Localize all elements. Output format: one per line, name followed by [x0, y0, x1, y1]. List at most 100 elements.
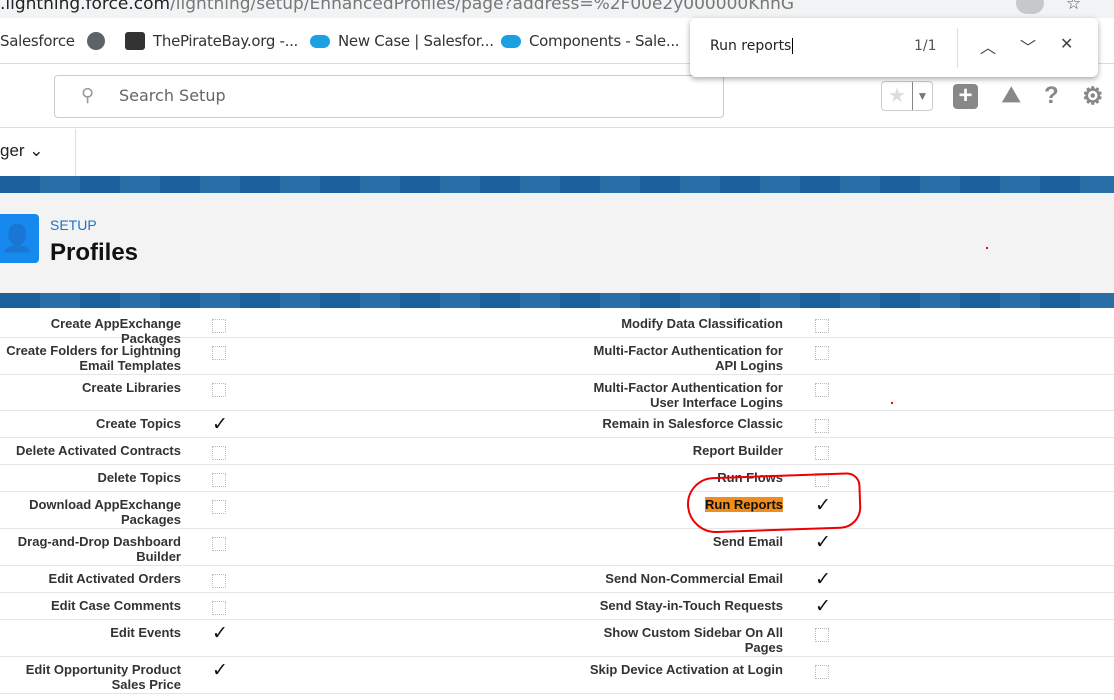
- permission-checkbox[interactable]: [212, 473, 226, 487]
- search-lens-icon[interactable]: [1016, 0, 1044, 14]
- permission-checkbox[interactable]: [212, 319, 226, 333]
- table-row: Delete Topics Run Flows: [0, 465, 1114, 492]
- table-row: Create Folders for Lightning Email Templ…: [0, 338, 1114, 375]
- header-band: [0, 176, 1114, 193]
- search-input[interactable]: [119, 86, 619, 105]
- checkmark-icon[interactable]: ✓: [815, 595, 831, 618]
- permission-label-text: Create Folders for Lightning Email Templ…: [6, 343, 181, 373]
- address-bar[interactable]: .lightning.force.com/lightning/setup/Enh…: [0, 0, 1114, 18]
- permission-label-text: Drag-and-Drop Dashboard Builder: [17, 534, 181, 564]
- permission-label: Delete Topics: [97, 470, 181, 485]
- permission-label-text: Delete Activated Contracts: [16, 443, 181, 458]
- permission-checkbox[interactable]: [815, 665, 829, 679]
- bookmark-label: New Case | Salesfor...: [338, 32, 494, 50]
- search-setup[interactable]: ⚲: [54, 75, 724, 118]
- checkmark-icon[interactable]: ✓: [212, 659, 228, 682]
- breadcrumb[interactable]: SETUP: [50, 217, 97, 233]
- permission-checkbox[interactable]: [815, 383, 829, 397]
- permission-checkbox[interactable]: [815, 628, 829, 642]
- permission-label-text: Send Non-Commercial Email: [605, 571, 783, 586]
- bookmark-salesforce[interactable]: Salesforce: [0, 32, 75, 50]
- trailhead-icon[interactable]: ⛰: [1002, 82, 1020, 108]
- permission-checkbox[interactable]: [212, 500, 226, 514]
- table-row: Create Topics ✓ Remain in Salesforce Class…: [0, 411, 1114, 438]
- table-row: Drag-and-Drop Dashboard Builder Send Emai…: [0, 529, 1114, 566]
- table-row: Download AppExchange Packages Run Reports…: [0, 492, 1114, 529]
- bookmark-globe[interactable]: [87, 32, 105, 50]
- permission-label: Show Custom Sidebar On All Pages: [588, 625, 783, 655]
- table-row: Create AppExchange Packages Modify Data C…: [0, 311, 1114, 346]
- permission-label: Delete Activated Contracts: [16, 443, 181, 458]
- bookmark-label: Salesforce: [0, 32, 75, 50]
- permission-checkbox[interactable]: [212, 574, 226, 588]
- permission-label: Create Topics: [96, 416, 181, 431]
- app-menu[interactable]: ger ⌄: [0, 129, 76, 176]
- bookmark-star-icon[interactable]: ☆: [1066, 0, 1081, 14]
- permission-checkbox[interactable]: [212, 346, 226, 360]
- header-band-bottom: [0, 293, 1114, 308]
- table-row: Delete Activated Contracts Report Builder: [0, 438, 1114, 465]
- permission-label-text: Create Topics: [95, 416, 181, 431]
- close-icon[interactable]: ✕: [1060, 34, 1073, 54]
- page-title: Profiles: [50, 239, 139, 266]
- annotation-dot: [891, 402, 893, 404]
- permission-label-text: Download AppExchange Packages: [29, 497, 181, 527]
- permission-checkbox[interactable]: [815, 346, 829, 360]
- table-row: Edit Events ✓ Show Custom Sidebar On All P…: [0, 620, 1114, 657]
- bookmark-components[interactable]: Components - Sale...: [501, 32, 680, 50]
- cloud-icon: [310, 34, 330, 48]
- permission-label: Multi-Factor Authentication for User Int…: [588, 380, 783, 410]
- permission-label-text: Edit Case Comments: [50, 598, 181, 613]
- search-icon: ⚲: [81, 85, 95, 105]
- table-row: Edit Opportunity Product Sales Price ✓ Ski…: [0, 657, 1114, 694]
- find-input[interactable]: Run reports: [710, 38, 794, 54]
- favorites-button[interactable]: ★ ▼: [881, 81, 933, 111]
- permission-label-text: Delete Topics: [97, 470, 181, 485]
- checkmark-icon[interactable]: ✓: [212, 413, 228, 436]
- permission-label: Edit Events: [110, 625, 181, 640]
- find-previous-icon[interactable]: ︿: [980, 34, 996, 58]
- permission-label: Create Libraries: [82, 380, 181, 395]
- star-icon[interactable]: ★: [882, 82, 912, 110]
- permission-label: Multi-Factor Authentication for API Logi…: [588, 343, 783, 373]
- permission-label: Send Email: [713, 534, 783, 549]
- permission-checkbox[interactable]: [212, 601, 226, 615]
- permission-label: Edit Activated Orders: [49, 571, 181, 586]
- permission-label: Edit Case Comments: [51, 598, 181, 613]
- checkmark-icon[interactable]: ✓: [212, 622, 228, 645]
- permission-checkbox[interactable]: [815, 319, 829, 333]
- checkmark-icon[interactable]: ✓: [815, 531, 831, 554]
- permission-label-text: Report Builder: [692, 443, 783, 458]
- globe-icon: [87, 32, 105, 50]
- permission-label: Remain in Salesforce Classic: [602, 416, 783, 431]
- permission-label: Edit Opportunity Product Sales Price: [0, 662, 181, 692]
- bookmark-piratebay[interactable]: ThePirateBay.org -...: [125, 32, 298, 50]
- permission-checkbox[interactable]: [815, 419, 829, 433]
- chevron-down-icon[interactable]: ▼: [912, 82, 932, 110]
- annotation-dot: [986, 247, 988, 249]
- table-row: Edit Activated Orders Send Non-Commercial…: [0, 566, 1114, 593]
- permission-label-text: Show Custom Sidebar On All Pages: [603, 625, 783, 655]
- permission-checkbox[interactable]: [212, 446, 226, 460]
- bookmark-new-case[interactable]: New Case | Salesfor...: [310, 32, 494, 50]
- permission-label-text: Remain in Salesforce Classic: [602, 416, 783, 431]
- find-next-icon[interactable]: ﹀: [1020, 34, 1036, 58]
- permission-label-text: Send Email: [712, 534, 783, 549]
- permission-checkbox[interactable]: [815, 446, 829, 460]
- help-icon[interactable]: ?: [1044, 82, 1059, 110]
- checkmark-icon[interactable]: ✓: [815, 568, 831, 591]
- permissions-table: Create AppExchange Packages Modify Data C…: [0, 311, 1114, 694]
- divider: [957, 28, 958, 68]
- permission-checkbox[interactable]: [212, 537, 226, 551]
- gear-icon[interactable]: ⚙: [1082, 82, 1104, 111]
- permission-label-text: Multi-Factor Authentication for User Int…: [593, 380, 783, 410]
- add-button[interactable]: +: [953, 84, 978, 109]
- permission-label-text: Edit Opportunity Product Sales Price: [25, 662, 181, 692]
- permission-label: Download AppExchange Packages: [0, 497, 181, 527]
- permission-label-text: Send Stay-in-Touch Requests: [599, 598, 783, 613]
- permission-checkbox[interactable]: [212, 383, 226, 397]
- app-nav: ger ⌄: [0, 129, 1114, 176]
- bookmark-label: Components - Sale...: [529, 32, 680, 50]
- permission-label-text: Multi-Factor Authentication for API Logi…: [593, 343, 783, 373]
- permission-label: Create Folders for Lightning Email Templ…: [0, 343, 181, 373]
